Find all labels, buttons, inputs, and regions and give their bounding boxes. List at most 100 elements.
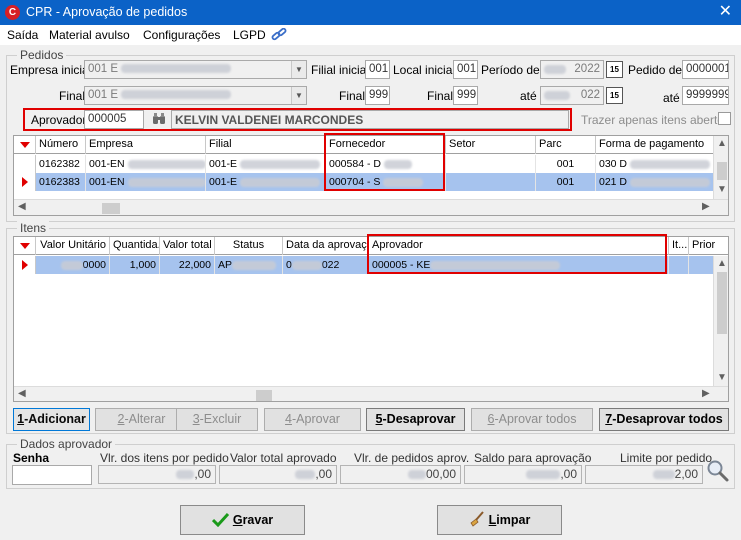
window-title: CPR - Aprovação de pedidos [26,5,188,19]
senha-field[interactable] [12,465,92,485]
pedido-de-field[interactable]: 0000001 [682,60,729,79]
link-icon[interactable] [271,28,287,42]
cell-valor-total: 22,000 [160,256,215,274]
vlr-pedidos-aprov-label: Vlr. de pedidos aprov. [354,451,470,465]
cell-prioridade [689,256,714,274]
aprovar-todos-button[interactable]: 6-Aprovar todos [471,408,593,431]
desaprovar-button[interactable]: 5-Desaprovar [366,408,465,431]
gravar-button[interactable]: Gravar [180,505,305,535]
col-prioridade[interactable]: Prior [689,237,728,255]
col-setor[interactable]: Setor [446,136,536,154]
aprovador-label: Aprovador [31,113,87,127]
periodo-ate-field[interactable]: 022 [540,86,604,105]
search-icon[interactable] [706,459,730,483]
itens-vertical-scrollbar[interactable]: ▲ ▼ [713,256,728,386]
cell-setor [446,173,536,191]
cell-valor-unitario: 0000 [36,256,110,274]
local-final-field[interactable]: 999 [453,86,478,105]
col-parc[interactable]: Parc [536,136,596,154]
scroll-thumb[interactable] [102,203,120,214]
binoculars-icon[interactable] [152,113,166,125]
cell-numero: 0162383 [36,173,86,191]
current-row-indicator-icon [14,173,36,191]
empresa-inicial-label: Empresa inicial [10,63,92,77]
checkmark-icon [211,512,229,528]
col-filial[interactable]: Filial [206,136,326,154]
title-bar: C CPR - Aprovação de pedidos ✕ [0,0,741,25]
broom-icon [470,511,484,527]
limite-pedido-label: Limite por pedido [620,451,713,465]
trazer-itens-label: Trazer apenas itens abertos [581,113,730,127]
local-final-label: Final [427,89,454,103]
periodo-de-field[interactable]: 2022 [540,60,604,79]
cell-forma-pagamento: 021 D [596,173,716,191]
vlr-itens-field: ,00 [98,465,216,484]
itens-group-title: Itens [17,221,50,235]
close-icon[interactable]: ✕ [719,3,732,21]
filial-final-label: Final [339,89,366,103]
filial-inicial-label: Filial inicial [311,63,370,77]
col-numero[interactable]: Número [36,136,86,154]
pedidos-vertical-scrollbar[interactable]: ▲ ▼ [713,136,728,199]
menu-lgpd[interactable]: LGPD [233,28,266,42]
pedidos-group-title: Pedidos [17,48,67,62]
col-empresa[interactable]: Empresa [86,136,206,154]
menu-saida[interactable]: Saída [7,28,38,42]
empresa-inicial-combo[interactable]: 001 E ▼ [84,60,307,79]
senha-label: Senha [13,451,50,465]
itens-horizontal-scrollbar[interactable]: ◀ ▶ [14,386,728,401]
col-data-aprovacao[interactable]: Data da aprovação [283,237,369,255]
aprovador-code-field[interactable]: 000005 [84,110,144,129]
cell-filial: 001-E [206,155,326,173]
local-inicial-field[interactable]: 001 [453,60,478,79]
saldo-aprovacao-field: ,00 [464,465,582,484]
trazer-itens-checkbox[interactable] [718,112,731,125]
col-valor-total[interactable]: Valor total [160,237,215,255]
pedido-ate-field[interactable]: 9999999 [682,86,729,105]
col-item[interactable]: It... [669,237,689,255]
limpar-button[interactable]: Limpar [437,505,562,535]
cell-empresa: 001-EN [86,173,206,191]
filial-final-field[interactable]: 999 [365,86,390,105]
scroll-thumb[interactable] [717,272,727,334]
col-status[interactable]: Status [215,237,283,255]
menu-material-avulso[interactable]: Material avulso [49,28,130,42]
periodo-ate-label: até [520,89,537,103]
calendar-icon[interactable]: 15 [606,61,623,78]
adicionar-button[interactable]: 1-Adicionar [13,408,90,431]
col-valor-unitario[interactable]: Valor Unitário [36,237,110,255]
sort-indicator-icon[interactable] [14,237,36,255]
excluir-button[interactable]: 3-Excluir [176,408,258,431]
calendar-icon[interactable]: 15 [606,87,623,104]
vlr-pedidos-aprov-field: 00,00 [340,465,461,484]
app-logo: C [5,5,20,20]
aprovador-name-field: KELVIN VALDENEI MARCONDES [171,110,569,129]
menu-configuracoes[interactable]: Configurações [143,28,220,42]
pedidos-horizontal-scrollbar[interactable]: ◀ ▶ [14,199,728,215]
filial-inicial-field[interactable]: 001 [365,60,390,79]
empresa-final-label: Final [59,89,86,103]
col-forma-pagamento[interactable]: Forma de pagamento [596,136,716,154]
pedido-de-label: Pedido de [628,63,683,77]
desaprovar-todos-button[interactable]: 7-Desaprovar todos [599,408,729,431]
cell-item [669,256,689,274]
periodo-de-label: Período de [481,63,540,77]
cell-parc: 001 [536,155,596,173]
col-quantidade[interactable]: Quantida... [110,237,160,255]
current-row-indicator-icon [14,256,36,274]
alterar-button[interactable]: 2-Alterar [95,408,188,431]
cell-quantidade: 1,000 [110,256,160,274]
cell-forma-pagamento: 030 D [596,155,716,173]
aprovar-button[interactable]: 4-Aprovar [264,408,361,431]
dados-aprovador-title: Dados aprovador [17,437,116,451]
aprovador-column-highlight [367,234,667,274]
saldo-aprovacao-label: Saldo para aprovação [474,451,592,465]
fornecedor-highlight [324,133,445,191]
chevron-down-icon[interactable]: ▼ [291,61,306,78]
scroll-thumb[interactable] [256,390,272,401]
sort-indicator-icon[interactable] [14,136,36,154]
valor-total-aprovado-label: Valor total aprovado [230,451,337,465]
chevron-down-icon[interactable]: ▼ [291,87,306,104]
scroll-thumb[interactable] [717,162,727,180]
empresa-final-combo[interactable]: 001 E ▼ [84,86,307,105]
